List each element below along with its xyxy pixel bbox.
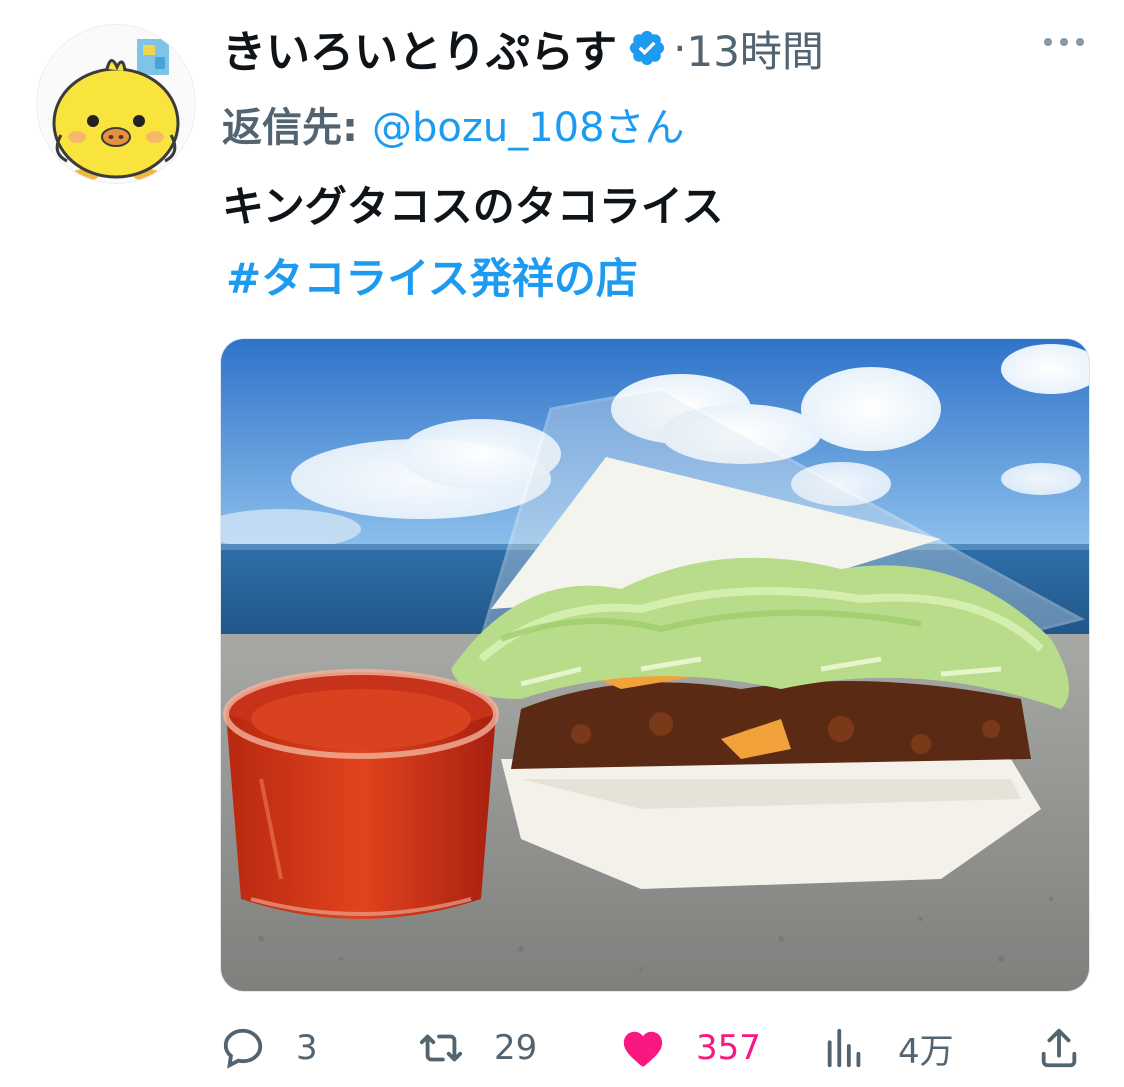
action-bar: 3 29 357 4万 [0,1018,1124,1078]
share-button[interactable] [1036,1018,1082,1078]
retweet-arrows-icon [419,1034,463,1062]
speech-bubble-icon [223,1028,263,1069]
hashtag-link[interactable]: #タコライス発祥の店 [226,250,638,308]
reply-to-line: 返信先: @bozu_108さん [222,96,685,152]
retweet-button[interactable]: 29 [418,1018,537,1078]
reply-button[interactable]: 3 [220,1018,318,1078]
tweet-card: きいろいとりぷらす · 13時間 返信先: @bozu_108さん キングタコス… [0,0,1124,1087]
chick-avatar-image [37,25,195,183]
tweet-header: きいろいとりぷらす · 13時間 [222,16,824,80]
like-count: 357 [696,1028,761,1068]
like-button[interactable]: 357 [620,1018,761,1078]
heart-icon [623,1031,663,1067]
share-upload-icon [1041,1028,1077,1068]
tweet-photo[interactable] [220,338,1090,992]
tweet-text: キングタコスのタコライス [222,182,724,231]
header-separator: · [673,23,687,73]
verified-badge-icon [630,30,665,66]
reply-prefix: 返信先: [222,105,358,151]
avatar[interactable] [36,24,196,184]
timestamp[interactable]: 13時間 [686,18,823,79]
reply-count: 3 [296,1028,318,1068]
taco-rice-photo [221,339,1089,991]
retweet-count: 29 [494,1028,538,1068]
more-horizontal-icon[interactable] [1040,30,1088,54]
bar-chart-icon [827,1028,861,1068]
views-button[interactable]: 4万 [822,1018,954,1078]
reply-handle-link[interactable]: @bozu_108さん [372,95,685,153]
display-name[interactable]: きいろいとりぷらす [222,16,617,80]
views-count: 4万 [898,1031,954,1072]
